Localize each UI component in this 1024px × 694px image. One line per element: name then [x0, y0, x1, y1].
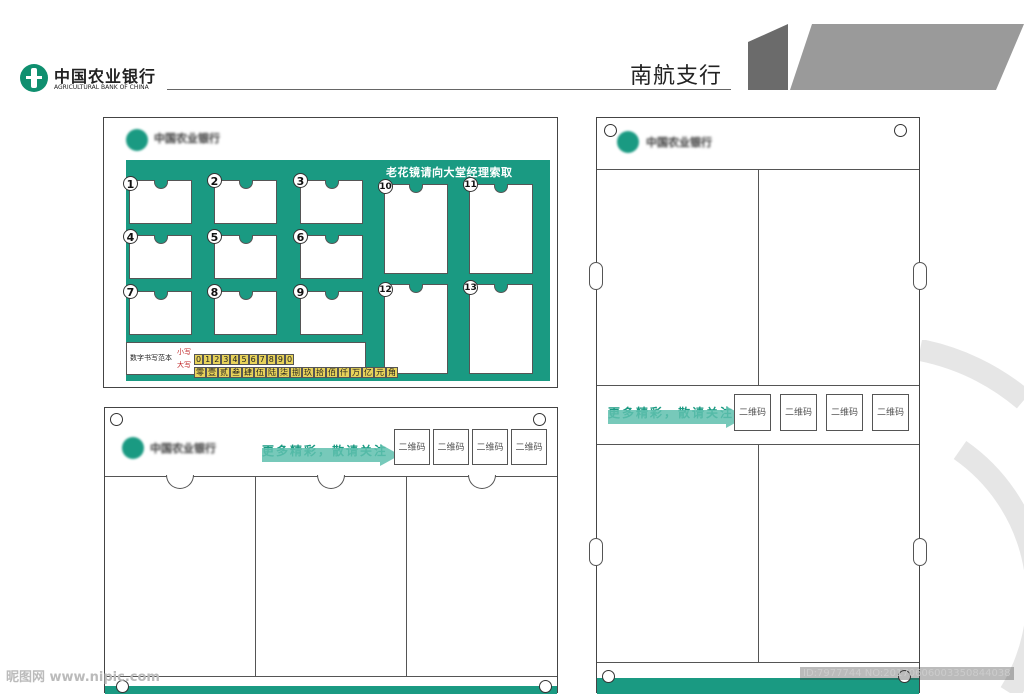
upper-digit: 玖	[302, 367, 314, 378]
upper-digit: 柒	[278, 367, 290, 378]
brand-name-en: AGRICULTURAL BANK OF CHINA	[54, 84, 149, 91]
mounting-hole	[110, 413, 123, 426]
upper-digit: 佰	[326, 367, 338, 378]
slot-13	[469, 284, 533, 374]
board1-logo-icon	[126, 129, 148, 151]
slot-10	[384, 184, 448, 274]
qr-code-placeholder: 二维码	[394, 429, 430, 465]
arrow-right-icon	[262, 444, 400, 466]
board2-col-divider	[255, 476, 256, 676]
qr-code-placeholder: 二维码	[826, 394, 863, 431]
abc-logo-icon	[20, 64, 48, 92]
qr-code-placeholder: 二维码	[734, 394, 771, 431]
mounting-hole	[604, 124, 617, 137]
qr-code-placeholder: 二维码	[780, 394, 817, 431]
qr-code-placeholder: 二维码	[511, 429, 547, 465]
arrow-right-icon	[608, 406, 746, 428]
mounting-hole	[539, 680, 552, 693]
upper-digit: 拾	[314, 367, 326, 378]
upper-digit: 贰	[218, 367, 230, 378]
writing-sample-label: 数字书写范本	[130, 354, 172, 362]
slot-11	[469, 184, 533, 274]
board2-logo-icon	[122, 437, 144, 459]
board3-footer-strip	[597, 678, 919, 694]
mounting-hole	[894, 124, 907, 137]
slot-number: 6	[293, 229, 308, 244]
slot-number: 5	[207, 229, 222, 244]
qr-code-placeholder: 二维码	[472, 429, 508, 465]
upper-digit: 叁	[230, 367, 242, 378]
upper-digit: 仟	[338, 367, 350, 378]
upper-digit: 陆	[266, 367, 278, 378]
upper-digit: 壹	[206, 367, 218, 378]
qr-code-placeholder: 二维码	[872, 394, 909, 431]
branch-title: 南航支行	[630, 64, 723, 89]
slot-number: 9	[293, 284, 308, 299]
board1-logo: 中国农业银行	[154, 132, 220, 145]
board3-mid-divider	[597, 385, 919, 386]
reading-glasses-notice: 老花镜请向大堂经理索取	[386, 166, 513, 179]
board2-bottom-line	[105, 676, 557, 677]
side-notch	[913, 538, 927, 566]
mounting-hole	[602, 670, 615, 683]
slot-number: 4	[123, 229, 138, 244]
slot-number: 3	[293, 173, 308, 188]
slot-number: 7	[123, 284, 138, 299]
upper-digit: 角	[386, 367, 398, 378]
upper-digit: 零	[194, 367, 206, 378]
board3-bottom-line	[597, 662, 919, 663]
watermark-site: 昵图网 www.nipic.com	[6, 670, 160, 685]
slot-number: 10	[378, 179, 393, 194]
slot-number: 13	[463, 280, 478, 295]
board2-logo: 中国农业银行	[150, 442, 216, 455]
upper-digit: 伍	[254, 367, 266, 378]
slot-number: 1	[123, 176, 138, 191]
upper-digit: 亿	[362, 367, 374, 378]
slot-number: 12	[378, 282, 393, 297]
slot-number: 2	[207, 173, 222, 188]
board2-col-divider	[406, 476, 407, 676]
board3-logo: 中国农业银行	[646, 136, 712, 149]
watermark-id: ID:7977744 NO:20170606003350844038	[800, 667, 1014, 680]
slot-number: 11	[463, 177, 478, 192]
lower-case-label: 小写	[177, 348, 191, 356]
mounting-hole	[533, 413, 546, 426]
upper-digits: 零壹贰叁肆伍陆柒捌玖拾佰仟万亿元角	[194, 360, 398, 379]
upper-digit: 肆	[242, 367, 254, 378]
side-notch	[589, 538, 603, 566]
board3-logo-icon	[617, 131, 639, 153]
upper-digit: 元	[374, 367, 386, 378]
upper-case-label: 大写	[177, 361, 191, 369]
header-banner-graphic	[748, 24, 1024, 90]
board3-col-divider	[758, 169, 759, 385]
board3-col-divider	[758, 444, 759, 662]
side-notch	[589, 262, 603, 290]
slot-number: 8	[207, 284, 222, 299]
upper-digit: 万	[350, 367, 362, 378]
qr-code-placeholder: 二维码	[433, 429, 469, 465]
side-notch	[913, 262, 927, 290]
upper-digit: 捌	[290, 367, 302, 378]
